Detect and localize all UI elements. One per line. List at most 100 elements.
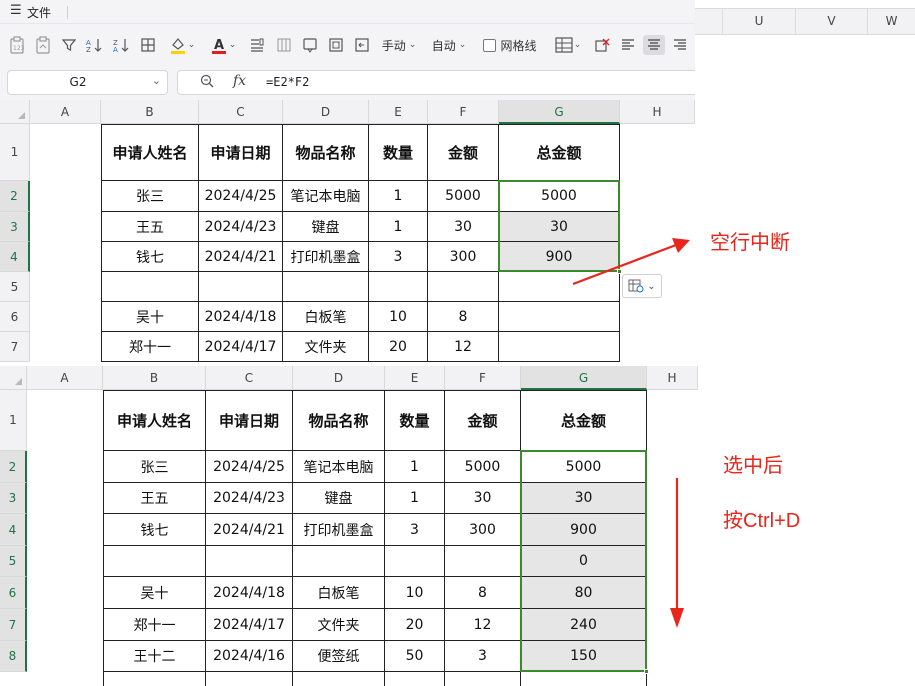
row-header-4[interactable]: 4: [0, 242, 30, 272]
cell-apply-date[interactable]: 2024/4/23: [199, 212, 283, 242]
filter-icon[interactable]: [61, 35, 77, 55]
cell-total-amount[interactable]: [499, 332, 620, 362]
row-header-6[interactable]: 6: [0, 302, 30, 332]
row-header-2[interactable]: 2: [0, 451, 27, 483]
cell-apply-date[interactable]: 2024/4/23: [206, 483, 293, 514]
cell-item-name[interactable]: 文件夹: [293, 609, 385, 641]
column-header-v[interactable]: V: [796, 9, 868, 34]
checkbox-box[interactable]: [483, 38, 497, 52]
header-cell-quantity[interactable]: 数量: [369, 124, 428, 181]
cell-total-amount[interactable]: 5000: [521, 451, 647, 483]
cell-amount[interactable]: 8: [445, 577, 521, 609]
cell-applicant-name[interactable]: 钱七: [101, 242, 199, 272]
align-center-icon[interactable]: [643, 35, 665, 55]
cell-amount[interactable]: 30: [445, 483, 521, 514]
file-menu[interactable]: 文件: [27, 4, 51, 21]
cell-apply-date[interactable]: 2024/4/21: [199, 242, 283, 272]
cell-apply-date[interactable]: 2024/4/25: [199, 181, 283, 212]
cell-quantity[interactable]: 10: [385, 577, 445, 609]
cell-applicant-name[interactable]: 钱七: [103, 514, 206, 546]
column-header-c[interactable]: C: [206, 366, 293, 390]
column-header-h[interactable]: H: [647, 366, 698, 390]
select-all-corner[interactable]: [0, 100, 30, 124]
clear-format-icon[interactable]: [593, 35, 611, 55]
cell-quantity[interactable]: 1: [385, 483, 445, 514]
cell-amount[interactable]: 300: [445, 514, 521, 546]
cell-empty[interactable]: [206, 672, 293, 686]
cell-total-amount[interactable]: 80: [521, 577, 647, 609]
cell-quantity[interactable]: 1: [369, 212, 428, 242]
cell-total-amount[interactable]: 150: [521, 641, 647, 672]
column-header-h[interactable]: H: [620, 100, 695, 124]
cell-quantity[interactable]: 20: [369, 332, 428, 362]
cell-quantity[interactable]: 1: [385, 451, 445, 483]
column-header-b[interactable]: B: [103, 366, 206, 390]
cell-total-amount[interactable]: 30: [521, 483, 647, 514]
chevron-down-icon[interactable]: ⌄: [574, 40, 582, 50]
cell-apply-date[interactable]: [206, 546, 293, 577]
column-header-f[interactable]: F: [445, 366, 521, 390]
fill-handle[interactable]: [617, 269, 622, 274]
fill-handle[interactable]: [644, 669, 649, 674]
header-cell-total-amount[interactable]: 总金额: [521, 390, 647, 451]
select-all-corner[interactable]: [0, 366, 27, 390]
cell-item-name[interactable]: 白板笔: [283, 302, 369, 332]
cell-apply-date[interactable]: 2024/4/17: [199, 332, 283, 362]
fill-color-button[interactable]: ⌄: [167, 35, 197, 55]
cell-total-amount[interactable]: 240: [521, 609, 647, 641]
cell-applicant-name[interactable]: [103, 546, 206, 577]
row-header-1[interactable]: 1: [0, 124, 30, 181]
zoom-icon[interactable]: [200, 74, 214, 92]
cell-quantity[interactable]: 1: [369, 181, 428, 212]
row-header-8[interactable]: 8: [0, 641, 27, 672]
row-header-4[interactable]: 4: [0, 514, 27, 546]
align-left-icon[interactable]: [619, 35, 637, 55]
paste-format-icon[interactable]: [34, 35, 52, 55]
cell-amount[interactable]: 300: [428, 242, 499, 272]
cell-apply-date[interactable]: 2024/4/21: [206, 514, 293, 546]
cell-quantity[interactable]: 3: [369, 242, 428, 272]
cell-amount[interactable]: 12: [445, 609, 521, 641]
borders-icon[interactable]: [140, 35, 156, 55]
cell-item-name[interactable]: 键盘: [293, 483, 385, 514]
font-color-button[interactable]: A ⌄: [208, 35, 238, 55]
cell-quantity[interactable]: 20: [385, 609, 445, 641]
cell-item-name[interactable]: [283, 272, 369, 302]
row-header-5[interactable]: 5: [0, 546, 27, 577]
table-style-button[interactable]: ⌄: [553, 35, 583, 55]
row-header-3[interactable]: 3: [0, 483, 27, 514]
insert-comment-icon[interactable]: [301, 35, 319, 55]
auto-dropdown[interactable]: 自动 ⌄: [429, 35, 469, 55]
cell-applicant-name[interactable]: 王十二: [103, 641, 206, 672]
cell-item-name[interactable]: 白板笔: [293, 577, 385, 609]
chevron-down-icon[interactable]: ⌄: [152, 74, 161, 87]
header-cell-applicant-name[interactable]: 申请人姓名: [103, 390, 206, 451]
cell-applicant-name[interactable]: [101, 272, 199, 302]
cell-apply-date[interactable]: 2024/4/18: [199, 302, 283, 332]
header-cell-item-name[interactable]: 物品名称: [293, 390, 385, 451]
cell-applicant-name[interactable]: 郑十一: [101, 332, 199, 362]
header-cell-amount[interactable]: 金额: [428, 124, 499, 181]
column-header-a[interactable]: A: [27, 366, 103, 390]
cell-empty[interactable]: [385, 672, 445, 686]
row-header-1[interactable]: 1: [0, 390, 27, 451]
row-header-3[interactable]: 3: [0, 212, 30, 242]
cell-quantity[interactable]: 3: [385, 514, 445, 546]
cell-item-name[interactable]: 便签纸: [293, 641, 385, 672]
cell-style-icon[interactable]: [248, 35, 266, 55]
cell-quantity[interactable]: [369, 272, 428, 302]
paste-values-icon[interactable]: 123: [8, 35, 26, 55]
cell-applicant-name[interactable]: 郑十一: [103, 609, 206, 641]
freeze-panes-icon[interactable]: [327, 35, 345, 55]
chevron-down-icon[interactable]: ⌄: [188, 40, 196, 50]
cell-quantity[interactable]: 10: [369, 302, 428, 332]
cell-empty[interactable]: [445, 672, 521, 686]
formula-input[interactable]: fx =E2*F2: [177, 70, 695, 95]
column-header-f[interactable]: F: [428, 100, 499, 124]
cell-total-amount[interactable]: [499, 272, 620, 302]
gridlines-checkbox[interactable]: 网格线: [481, 35, 539, 55]
header-cell-applicant-name[interactable]: 申请人姓名: [101, 124, 199, 181]
column-header-e[interactable]: E: [385, 366, 445, 390]
cell-applicant-name[interactable]: 张三: [101, 181, 199, 212]
cell-amount[interactable]: [428, 272, 499, 302]
